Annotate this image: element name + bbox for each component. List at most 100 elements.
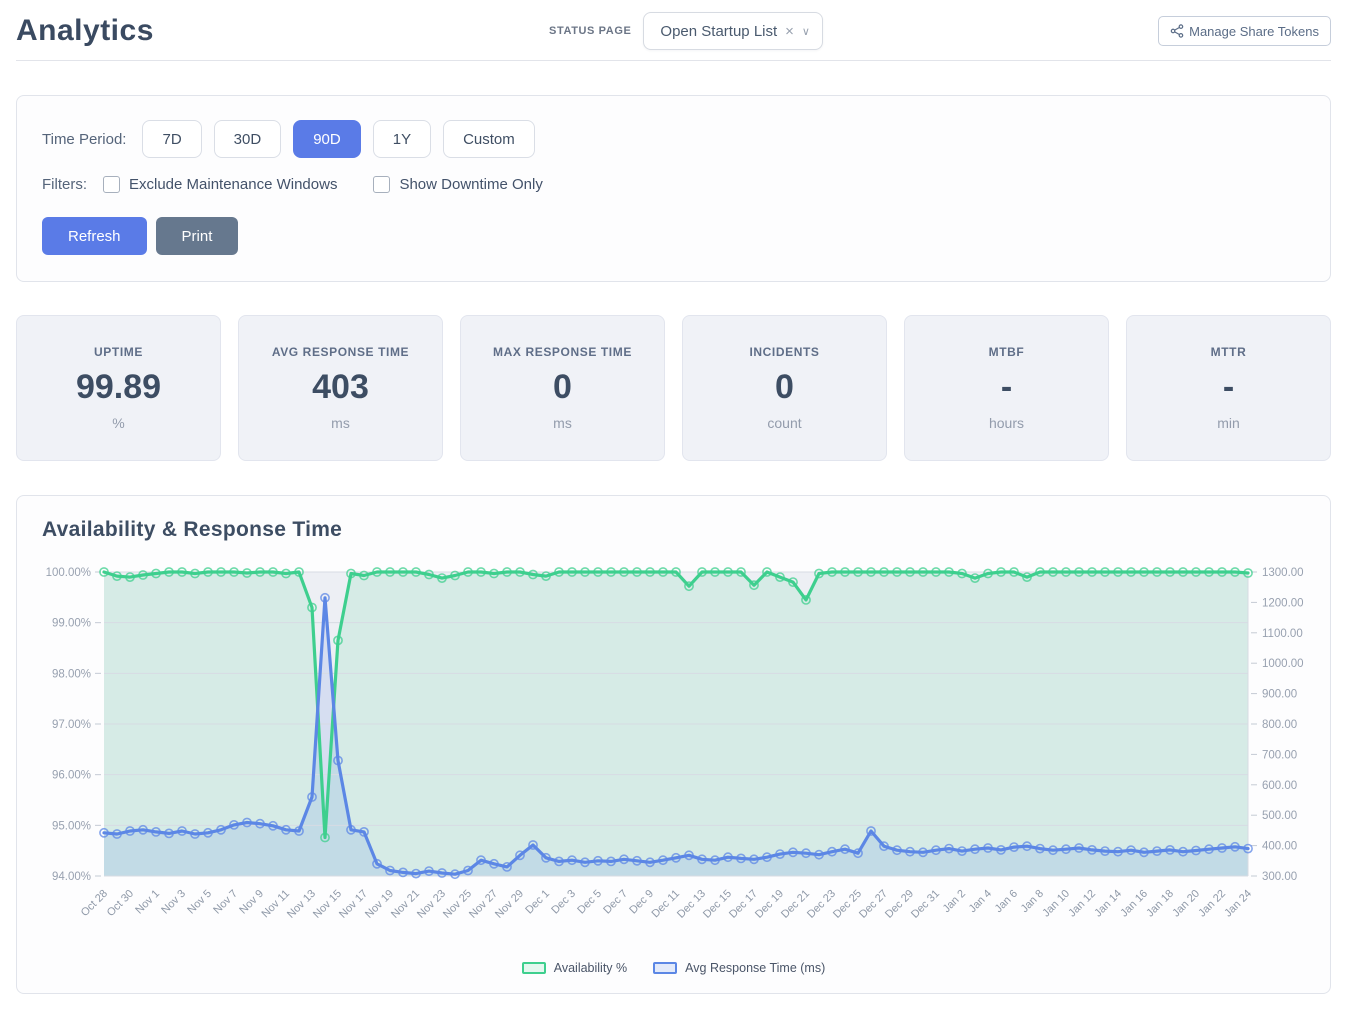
checkbox-icon[interactable]	[103, 176, 120, 193]
exclude-maintenance-checkbox[interactable]: Exclude Maintenance Windows	[103, 176, 337, 193]
filters-label: Filters:	[42, 176, 87, 193]
svg-text:Jan 22: Jan 22	[1196, 888, 1228, 920]
svg-text:1200.00: 1200.00	[1262, 597, 1304, 609]
svg-text:1100.00: 1100.00	[1262, 628, 1303, 640]
stat-value: 0	[553, 368, 572, 407]
status-page-picker: STATUS PAGE Open Startup List × ∨	[489, 12, 823, 50]
svg-text:700.00: 700.00	[1262, 749, 1297, 761]
svg-text:Nov 29: Nov 29	[493, 888, 526, 921]
legend-item-availability[interactable]: Availability %	[522, 961, 627, 975]
period-button-90d[interactable]: 90D	[293, 120, 361, 158]
availability-legend-swatch	[522, 962, 546, 974]
stat-card-avg-response: AVG RESPONSE TIME 403 ms	[238, 315, 443, 461]
svg-text:Nov 7: Nov 7	[211, 888, 240, 917]
svg-text:98.00%: 98.00%	[52, 668, 91, 680]
print-button[interactable]: Print	[156, 217, 239, 255]
svg-text:94.00%: 94.00%	[52, 871, 91, 883]
share-icon	[1170, 24, 1184, 38]
show-downtime-checkbox[interactable]: Show Downtime Only	[373, 176, 542, 193]
svg-text:Nov 3: Nov 3	[159, 888, 188, 917]
svg-text:400.00: 400.00	[1262, 841, 1297, 853]
svg-text:Nov 1: Nov 1	[133, 888, 162, 917]
header-divider	[16, 60, 1331, 61]
header: Analytics STATUS PAGE Open Startup List …	[16, 0, 1331, 54]
chart-title: Availability & Response Time	[42, 518, 1305, 542]
svg-text:800.00: 800.00	[1262, 719, 1297, 731]
stat-label: AVG RESPONSE TIME	[272, 345, 409, 359]
time-period-label: Time Period:	[42, 131, 126, 148]
svg-text:Jan 6: Jan 6	[993, 888, 1021, 916]
page-title: Analytics	[16, 14, 154, 48]
stat-card-mttr: MTTR - min	[1126, 315, 1331, 461]
availability-response-chart: 100.00% 99.00% 98.00% 97.00% 96.00% 95.00% 94.…	[42, 558, 1305, 957]
svg-text:99.00%: 99.00%	[52, 618, 91, 630]
period-button-30d[interactable]: 30D	[214, 120, 282, 158]
show-downtime-label: Show Downtime Only	[399, 176, 542, 193]
status-page-selected-value: Open Startup List	[660, 23, 777, 40]
action-row: Refresh Print	[42, 217, 1305, 255]
legend-item-response-time[interactable]: Avg Response Time (ms)	[653, 961, 825, 975]
svg-text:Jan 14: Jan 14	[1092, 888, 1124, 920]
svg-text:96.00%: 96.00%	[52, 770, 91, 782]
stat-unit: hours	[989, 415, 1024, 431]
chart-panel: Availability & Response Time 100.00% 99.0…	[16, 495, 1331, 994]
clear-selection-icon[interactable]: ×	[785, 24, 794, 39]
stat-unit: ms	[553, 415, 572, 431]
stat-card-max-response: MAX RESPONSE TIME 0 ms	[460, 315, 665, 461]
svg-text:Oct 30: Oct 30	[105, 888, 136, 919]
svg-text:600.00: 600.00	[1262, 780, 1297, 792]
time-period-group: 7D 30D 90D 1Y Custom	[142, 120, 534, 158]
manage-share-tokens-label: Manage Share Tokens	[1189, 24, 1319, 39]
legend-label: Avg Response Time (ms)	[685, 961, 825, 975]
stat-value: -	[1001, 368, 1012, 407]
svg-text:Jan 4: Jan 4	[967, 888, 995, 916]
svg-text:500.00: 500.00	[1262, 810, 1297, 822]
svg-text:Dec 3: Dec 3	[549, 888, 578, 917]
svg-text:Dec 31: Dec 31	[909, 888, 942, 921]
svg-text:100.00%: 100.00%	[46, 567, 91, 579]
period-button-custom[interactable]: Custom	[443, 120, 535, 158]
svg-text:Jan 18: Jan 18	[1144, 888, 1176, 920]
stat-label: UPTIME	[94, 345, 143, 359]
svg-text:900.00: 900.00	[1262, 689, 1297, 701]
stat-value: -	[1223, 368, 1234, 407]
chart-canvas: 100.00% 99.00% 98.00% 97.00% 96.00% 95.00% 94.…	[42, 558, 1306, 952]
stat-unit: %	[112, 415, 124, 431]
filters-row: Filters: Exclude Maintenance Windows Sho…	[42, 176, 1305, 193]
stat-value: 403	[312, 368, 369, 407]
filter-panel: Time Period: 7D 30D 90D 1Y Custom Filter…	[16, 95, 1331, 282]
svg-text:Dec 5: Dec 5	[575, 888, 604, 917]
legend-label: Availability %	[554, 961, 627, 975]
time-period-row: Time Period: 7D 30D 90D 1Y Custom	[42, 120, 1305, 158]
stat-unit: ms	[331, 415, 350, 431]
stat-card-mtbf: MTBF - hours	[904, 315, 1109, 461]
stat-card-incidents: INCIDENTS 0 count	[682, 315, 887, 461]
svg-text:Dec 7: Dec 7	[601, 888, 630, 917]
period-button-1y[interactable]: 1Y	[373, 120, 431, 158]
svg-text:95.00%: 95.00%	[52, 820, 91, 832]
status-page-select[interactable]: Open Startup List × ∨	[643, 12, 823, 50]
manage-share-tokens-button[interactable]: Manage Share Tokens	[1158, 16, 1331, 46]
response-time-legend-swatch	[653, 962, 677, 974]
svg-text:Dec 1: Dec 1	[523, 888, 552, 917]
exclude-maintenance-label: Exclude Maintenance Windows	[129, 176, 337, 193]
svg-text:1300.00: 1300.00	[1262, 567, 1304, 579]
stats-row: UPTIME 99.89 % AVG RESPONSE TIME 403 ms …	[16, 315, 1331, 461]
svg-text:97.00%: 97.00%	[52, 719, 91, 731]
stat-value: 0	[775, 368, 794, 407]
period-button-7d[interactable]: 7D	[142, 120, 201, 158]
stat-card-uptime: UPTIME 99.89 %	[16, 315, 221, 461]
svg-text:Jan 20: Jan 20	[1170, 888, 1202, 920]
stat-label: INCIDENTS	[749, 345, 819, 359]
status-page-label: STATUS PAGE	[549, 25, 631, 37]
chart-legend: Availability % Avg Response Time (ms)	[42, 961, 1305, 975]
svg-text:1000.00: 1000.00	[1262, 658, 1304, 670]
stat-label: MTBF	[989, 345, 1025, 359]
svg-text:Jan 10: Jan 10	[1040, 888, 1072, 920]
svg-text:Jan 16: Jan 16	[1118, 888, 1150, 920]
svg-text:Nov 5: Nov 5	[185, 888, 214, 917]
chevron-down-icon: ∨	[802, 25, 810, 38]
refresh-button[interactable]: Refresh	[42, 217, 147, 255]
stat-label: MTTR	[1211, 345, 1247, 359]
checkbox-icon[interactable]	[373, 176, 390, 193]
